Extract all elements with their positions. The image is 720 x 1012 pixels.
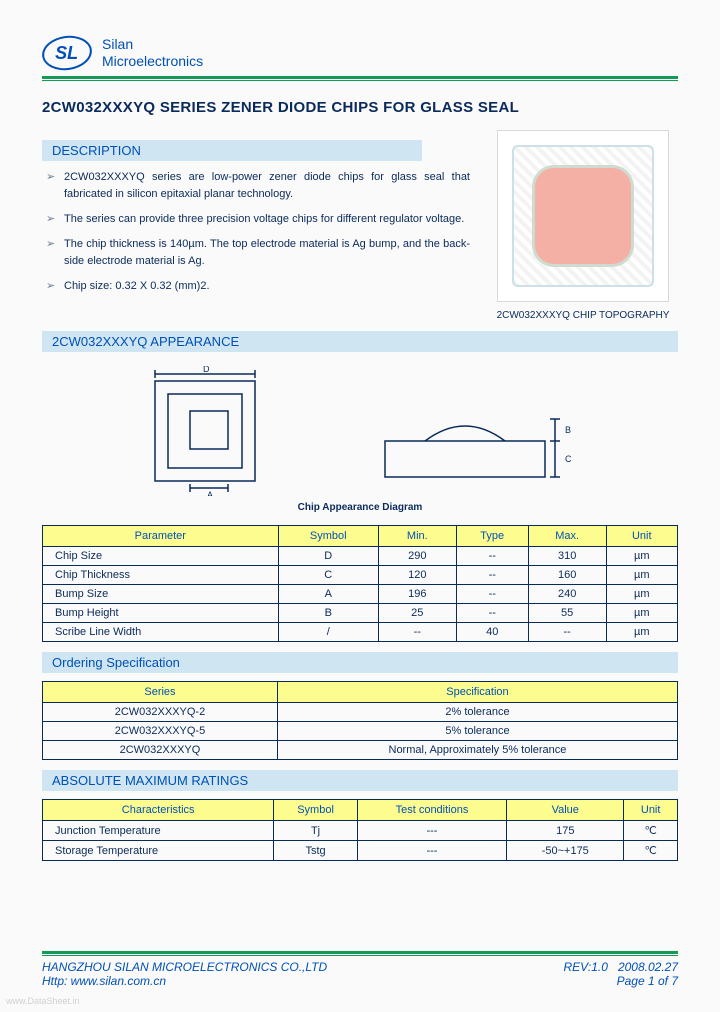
section-amr: ABSOLUTE MAXIMUM RATINGS: [42, 770, 678, 791]
brand-line2: Microelectronics: [102, 53, 203, 70]
header: SL Silan Microelectronics: [42, 36, 678, 70]
amr-table: CharacteristicsSymbolTest conditionsValu…: [42, 799, 678, 861]
side-view-icon: B C: [365, 386, 585, 496]
section-ordering: Ordering Specification: [42, 652, 678, 673]
top-view-icon: D A: [135, 366, 285, 496]
bullet: The series can provide three precision v…: [42, 211, 470, 228]
footer-rev: REV:1.0: [563, 960, 607, 974]
diagram-caption: Chip Appearance Diagram: [42, 502, 678, 513]
table-row: Junction TemperatureTj---175℃: [43, 821, 678, 841]
svg-text:C: C: [565, 454, 572, 464]
svg-text:B: B: [565, 425, 571, 435]
chip-caption: 2CW032XXXYQ CHIP TOPOGRAPHY: [488, 310, 678, 321]
logo-icon: SL: [40, 33, 94, 74]
bullet: Chip size: 0.32 X 0.32 (mm)2.: [42, 278, 470, 295]
table-row: 2CW032XXXYQ-55% tolerance: [43, 722, 678, 741]
bullet: The chip thickness is 140µm. The top ele…: [42, 236, 470, 270]
table-row: Chip SizeD290--310µm: [43, 547, 678, 566]
parameter-table: ParameterSymbolMin.TypeMax.Unit Chip Siz…: [42, 525, 678, 642]
chip-topography: 2CW032XXXYQ CHIP TOPOGRAPHY: [488, 130, 678, 321]
table-row: Bump HeightB25--55µm: [43, 604, 678, 623]
watermark: www.DataSheet.in: [6, 996, 80, 1006]
ordering-table: SeriesSpecification 2CW032XXXYQ-22% tole…: [42, 681, 678, 760]
datasheet-page: SL Silan Microelectronics 2CW032XXXYQ SE…: [0, 0, 720, 1012]
svg-text:D: D: [203, 366, 210, 374]
footer-page: Page 1 of 7: [617, 974, 678, 988]
description-list: 2CW032XXXYQ series are low-power zener d…: [42, 169, 470, 295]
table-row: Chip ThicknessC120--160µm: [43, 566, 678, 585]
brand-name: Silan Microelectronics: [102, 36, 203, 70]
table-row: 2CW032XXXYQNormal, Approximately 5% tole…: [43, 741, 678, 760]
brand-line1: Silan: [102, 36, 203, 53]
table-row: Scribe Line Width/--40--µm: [43, 623, 678, 642]
svg-text:A: A: [207, 490, 213, 496]
section-description: DESCRIPTION: [42, 140, 422, 161]
appearance-diagrams: D A B C: [42, 366, 678, 496]
table-row: Storage TemperatureTstg----50~+175℃: [43, 841, 678, 861]
footer: HANGZHOU SILAN MICROELECTRONICS CO.,LTD …: [42, 951, 678, 988]
table-row: Bump SizeA196--240µm: [43, 585, 678, 604]
intro-row: DESCRIPTION 2CW032XXXYQ series are low-p…: [42, 130, 678, 321]
table-row: 2CW032XXXYQ-22% tolerance: [43, 703, 678, 722]
chip-image: [497, 130, 669, 302]
page-title: 2CW032XXXYQ SERIES ZENER DIODE CHIPS FOR…: [42, 99, 678, 116]
footer-date: 2008.02.27: [618, 960, 678, 974]
footer-url[interactable]: Http: www.silan.com.cn: [42, 974, 166, 988]
footer-company: HANGZHOU SILAN MICROELECTRONICS CO.,LTD: [42, 960, 327, 974]
bullet: 2CW032XXXYQ series are low-power zener d…: [42, 169, 470, 203]
header-rule: [42, 76, 678, 79]
footer-rule: [42, 951, 678, 954]
section-appearance: 2CW032XXXYQ APPEARANCE: [42, 331, 678, 352]
